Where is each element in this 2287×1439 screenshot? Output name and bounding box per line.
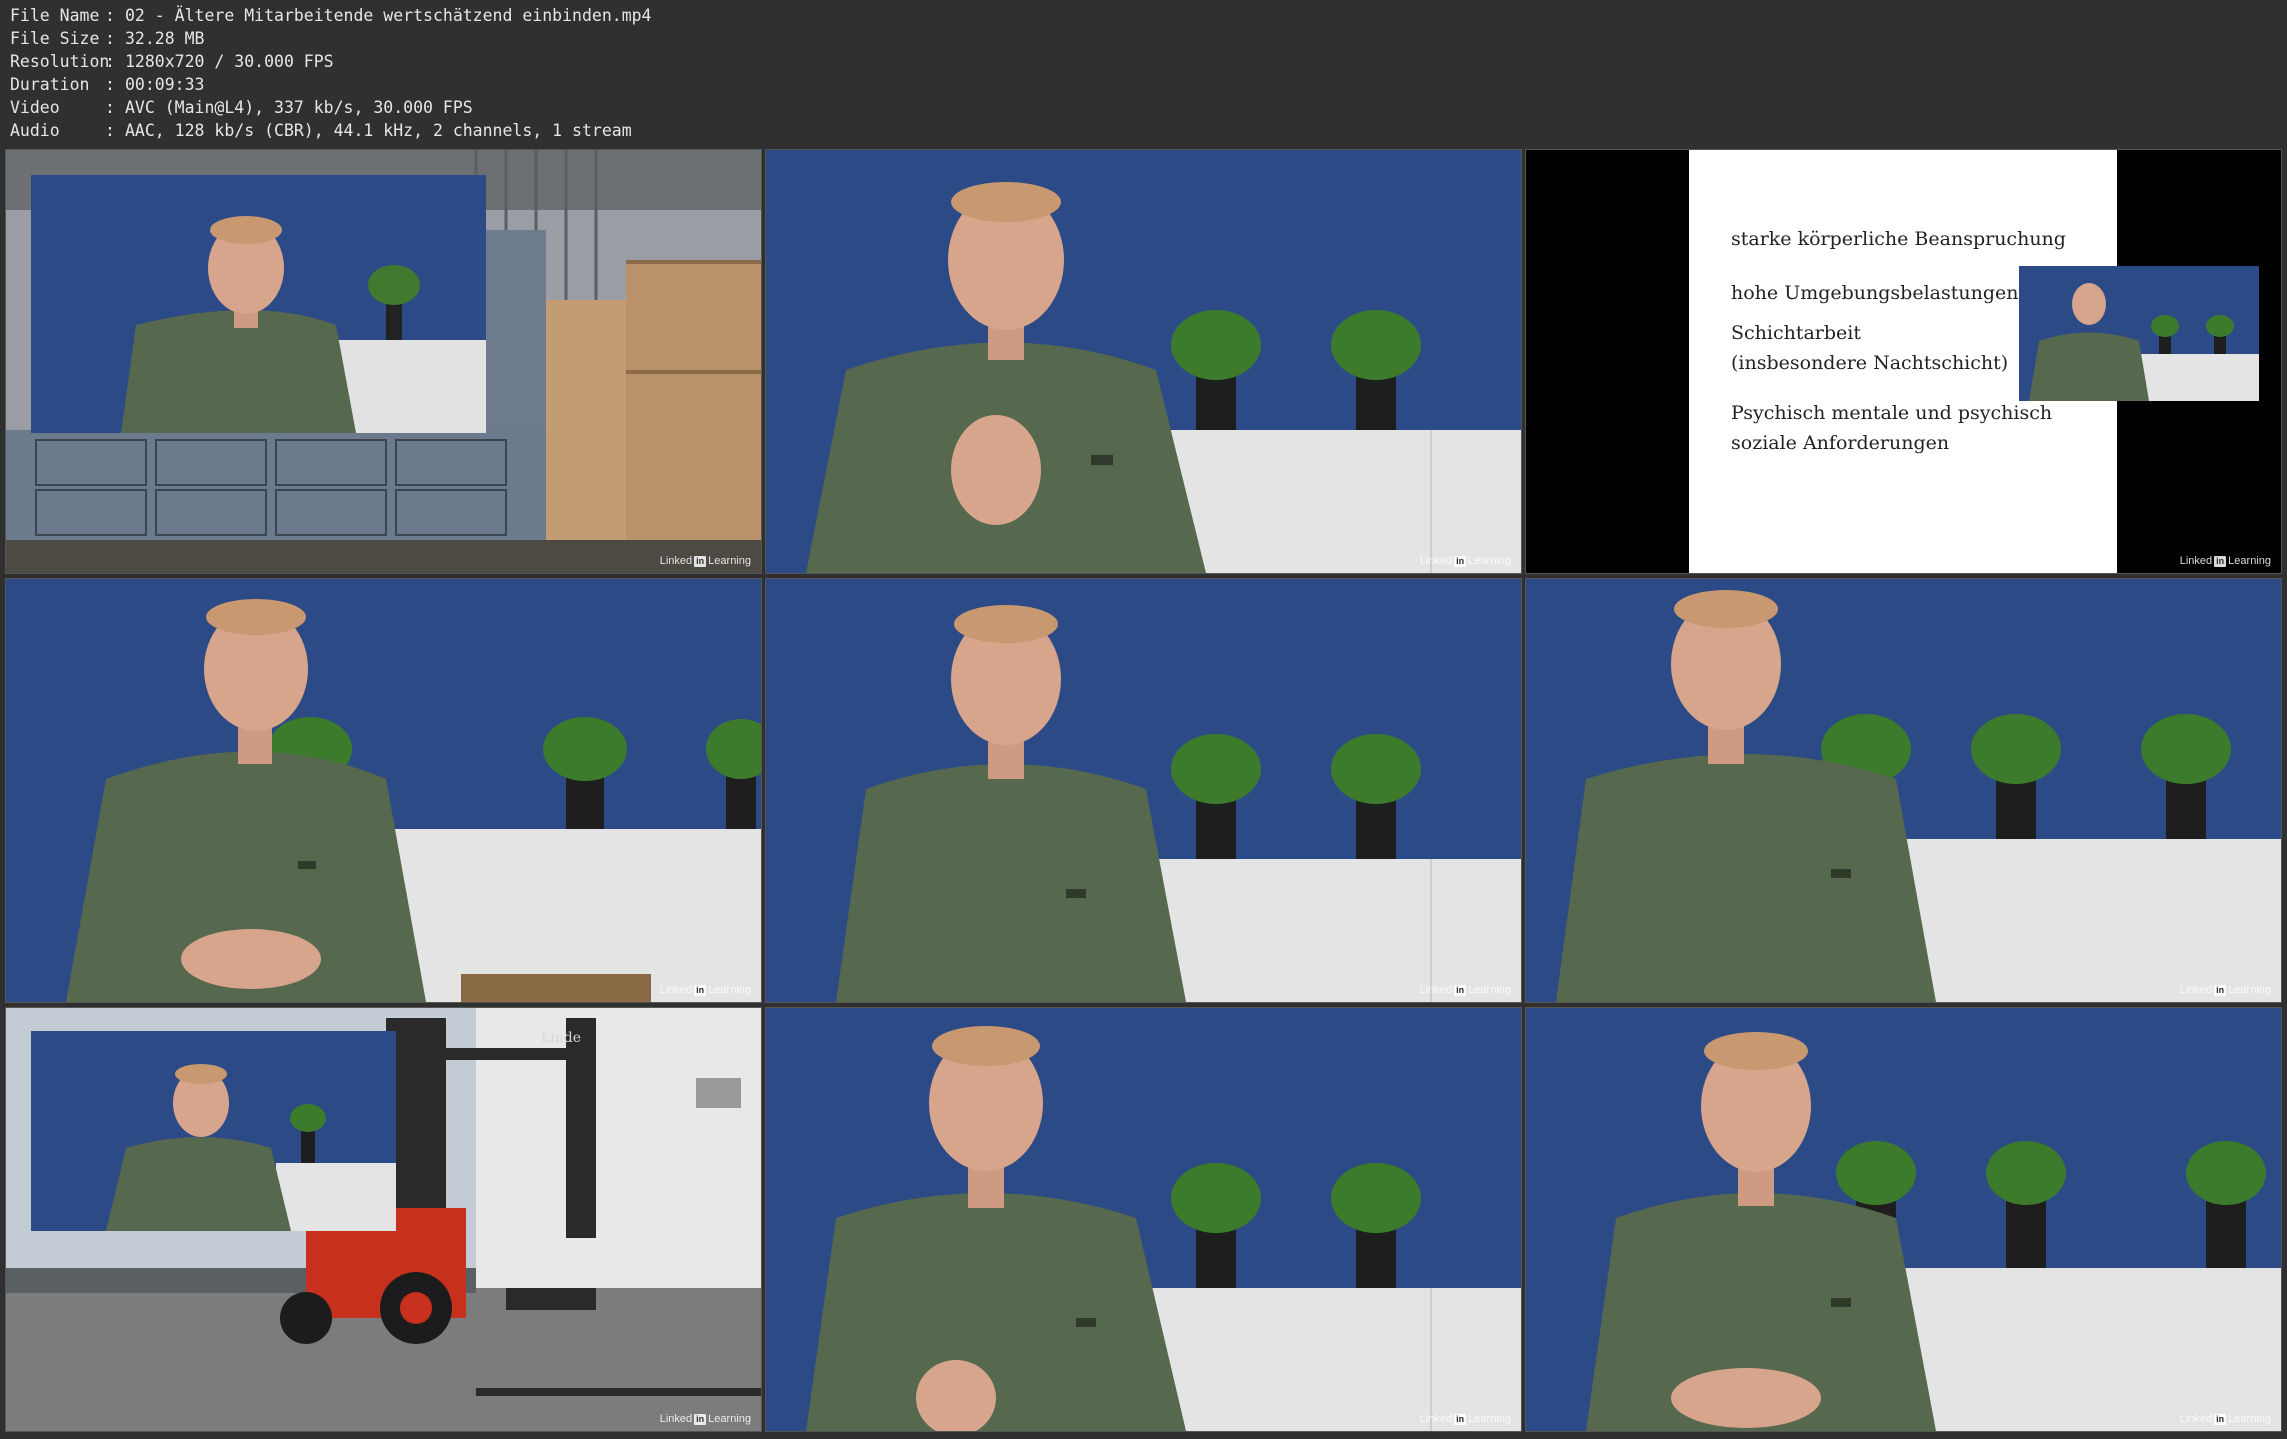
meta-row-audio: Audio: AAC, 128 kb/s (CBR), 44.1 kHz, 2 c…	[10, 119, 652, 142]
meta-separator: :	[105, 121, 115, 140]
meta-value: AAC, 128 kb/s (CBR), 44.1 kHz, 2 channel…	[125, 121, 632, 140]
slide-text-item: Psychisch mentale und psychisch	[1731, 402, 2053, 424]
meta-row-file-size: File Size:32.28 MB	[10, 27, 652, 50]
linkedin-learning-watermark: Linked in Learning	[660, 1413, 751, 1425]
linkedin-learning-watermark: Linked in Learning	[2180, 984, 2271, 996]
linkedin-learning-watermark: Linked in Learning	[2180, 1413, 2271, 1425]
meta-key: Video	[10, 98, 60, 117]
slide-text-item: soziale Anforderungen	[1731, 432, 1950, 454]
linkedin-learning-watermark: Linked in Learning	[2180, 555, 2271, 567]
watermark-suffix: Learning	[1468, 555, 1511, 567]
slide-text-item: (insbesondere Nachtschicht)	[1731, 352, 2009, 374]
video-thumbnail-5[interactable]: Linked in Learning	[765, 578, 1522, 1003]
slide-text-item: starke körperliche Beanspruchung	[1731, 228, 2066, 250]
presenter-scene	[766, 150, 1521, 573]
meta-key: Duration	[10, 75, 90, 94]
watermark-brand: Linked	[659, 1413, 693, 1425]
watermark-suffix: Learning	[1468, 984, 1511, 996]
watermark-brand: Linked	[1419, 555, 1453, 567]
presenter-scene	[766, 1008, 1521, 1431]
linkedin-learning-watermark: Linked in Learning	[660, 984, 751, 996]
linkedin-logo-icon: in	[2214, 1413, 2227, 1425]
meta-row-file-name: File Name:02 - Ältere Mitarbeitende wert…	[10, 4, 652, 27]
meta-separator: :	[105, 98, 115, 117]
watermark-suffix: Learning	[2228, 555, 2271, 567]
meta-separator: :	[105, 75, 115, 94]
watermark-suffix: Learning	[1468, 1413, 1511, 1425]
presenter-scene	[766, 579, 1521, 1002]
video-thumbnail-2[interactable]: Linked in Learning	[765, 149, 1522, 574]
watermark-brand: Linked	[2179, 984, 2213, 996]
watermark-suffix: Learning	[708, 555, 751, 567]
linkedin-logo-icon: in	[1454, 555, 1467, 567]
presenter-scene	[1526, 1008, 2281, 1431]
meta-separator: :	[105, 6, 115, 25]
watermark-brand: Linked	[659, 555, 693, 567]
meta-separator: :	[105, 52, 115, 71]
meta-key: Audio	[10, 121, 60, 140]
presenter-pip-scene	[2019, 266, 2259, 401]
meta-value: 02 - Ältere Mitarbeitende wertschätzend …	[125, 6, 652, 25]
video-thumbnail-1[interactable]: Linked in Learning	[5, 149, 762, 574]
slide-text-item: Schichtarbeit	[1731, 322, 1862, 344]
linkedin-logo-icon: in	[1454, 984, 1467, 996]
linkedin-logo-icon: in	[694, 984, 707, 996]
video-thumbnail-7[interactable]: Linde Linked in Learning	[5, 1007, 762, 1432]
linkedin-learning-watermark: Linked in Learning	[1420, 555, 1511, 567]
meta-value: 1280x720 / 30.000 FPS	[125, 52, 334, 71]
presenter-picture-in-picture	[2019, 266, 2259, 401]
presenter-scene	[1526, 579, 2281, 1002]
warehouse-scene	[6, 150, 761, 573]
watermark-brand: Linked	[2179, 555, 2213, 567]
video-thumbnail-6[interactable]: Linked in Learning	[1525, 578, 2282, 1003]
watermark-suffix: Learning	[2228, 1413, 2271, 1425]
meta-key: File Name	[10, 6, 100, 25]
linkedin-learning-watermark: Linked in Learning	[660, 555, 751, 567]
meta-key: Resolution	[10, 52, 110, 71]
watermark-brand: Linked	[2179, 1413, 2213, 1425]
slide-text-item: hohe Umgebungsbelastungen	[1731, 282, 2019, 304]
watermark-brand: Linked	[1419, 1413, 1453, 1425]
linkedin-learning-watermark: Linked in Learning	[1420, 1413, 1511, 1425]
file-info-header: File Name:02 - Ältere Mitarbeitende wert…	[10, 4, 652, 142]
presenter-scene	[6, 579, 761, 1002]
watermark-brand: Linked	[1419, 984, 1453, 996]
meta-value: 00:09:33	[125, 75, 205, 94]
forklift-brand-label: Linde	[541, 1030, 581, 1046]
linkedin-logo-icon: in	[1454, 1413, 1467, 1425]
linkedin-logo-icon: in	[694, 555, 707, 567]
linkedin-logo-icon: in	[2214, 984, 2227, 996]
watermark-suffix: Learning	[2228, 984, 2271, 996]
meta-key: File Size	[10, 29, 100, 48]
watermark-brand: Linked	[659, 984, 693, 996]
linkedin-logo-icon: in	[2214, 555, 2227, 567]
video-thumbnail-9[interactable]: Linked in Learning	[1525, 1007, 2282, 1432]
video-thumbnail-8[interactable]: Linked in Learning	[765, 1007, 1522, 1432]
linkedin-logo-icon: in	[694, 1413, 707, 1425]
meta-row-video: Video: AVC (Main@L4), 337 kb/s, 30.000 FP…	[10, 96, 652, 119]
meta-value: AVC (Main@L4), 337 kb/s, 30.000 FPS	[125, 98, 473, 117]
meta-row-duration: Duration:00:09:33	[10, 73, 652, 96]
watermark-suffix: Learning	[708, 984, 751, 996]
thumbnail-grid: Linked in Learning Linked in Learning starke…	[5, 149, 2282, 1432]
watermark-suffix: Learning	[708, 1413, 751, 1425]
video-thumbnail-3[interactable]: starke körperliche Beanspruchung hohe Um…	[1525, 149, 2282, 574]
meta-separator: :	[105, 29, 115, 48]
meta-value: 32.28 MB	[125, 29, 205, 48]
linkedin-learning-watermark: Linked in Learning	[1420, 984, 1511, 996]
forklift-scene: Linde	[6, 1008, 761, 1431]
meta-row-resolution: Resolution:1280x720 / 30.000 FPS	[10, 50, 652, 73]
video-thumbnail-4[interactable]: Linked in Learning	[5, 578, 762, 1003]
